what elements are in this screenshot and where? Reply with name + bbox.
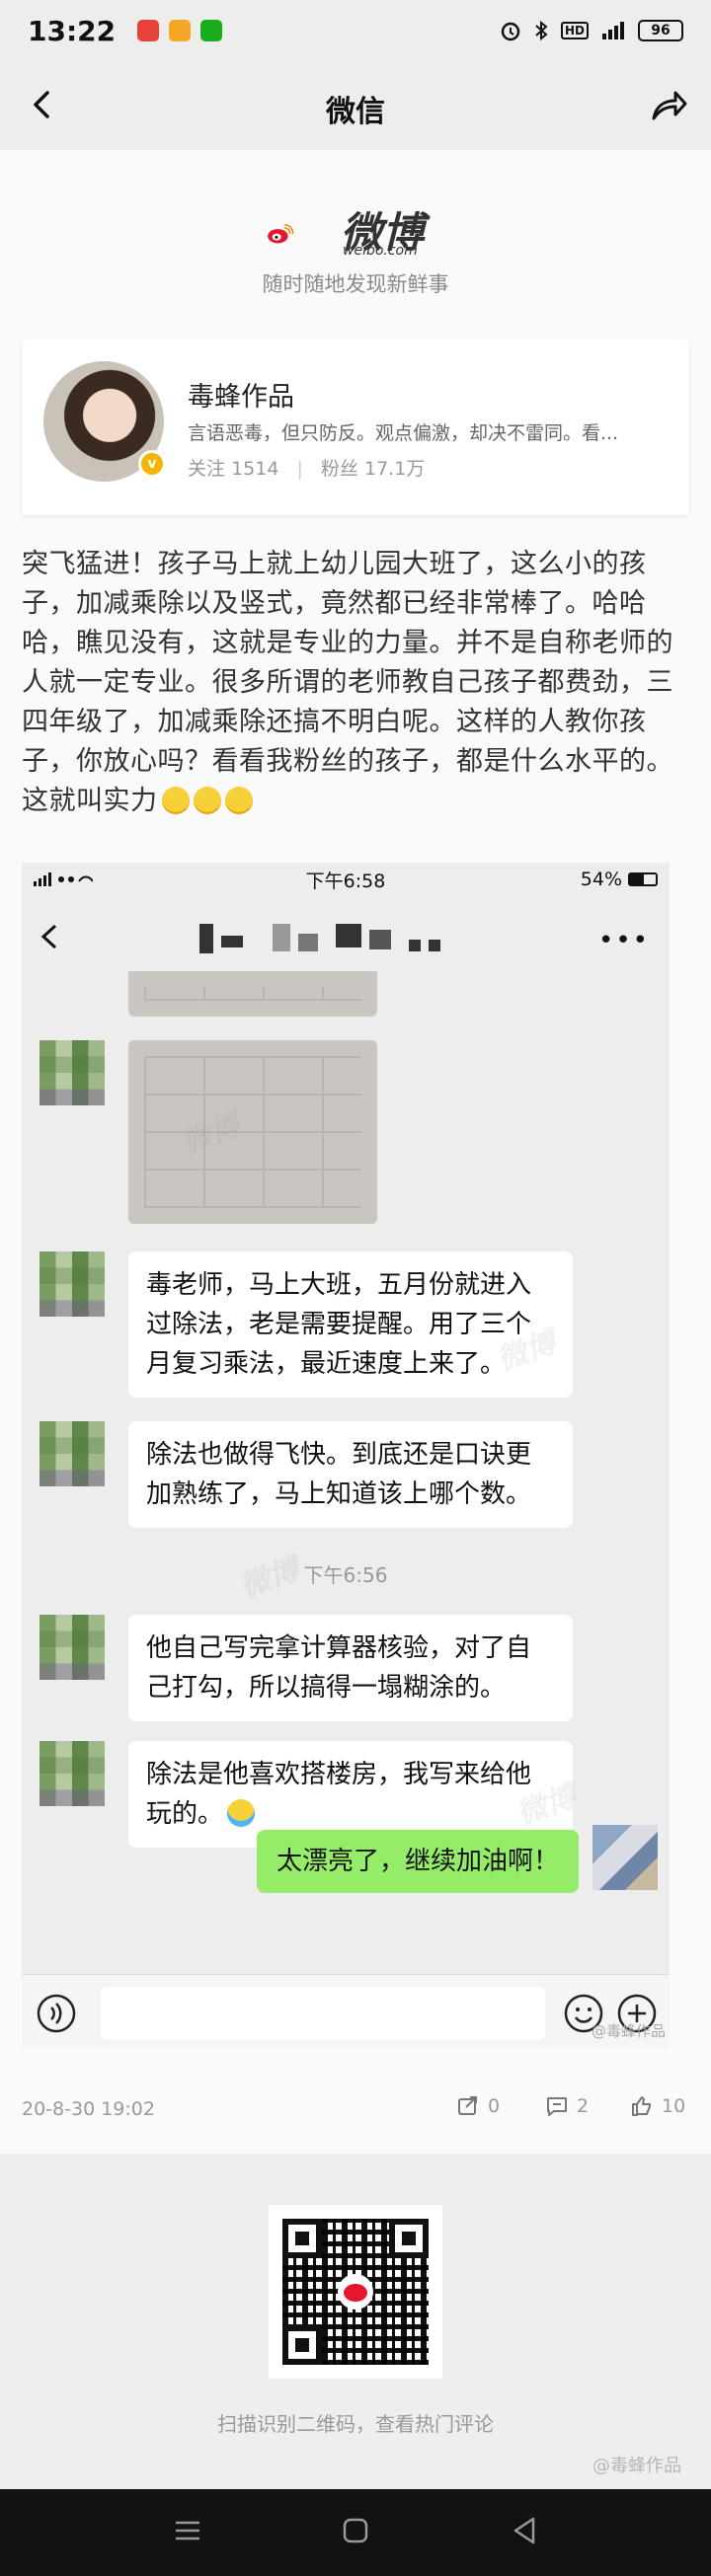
laughing-emoji-icon (227, 1799, 256, 1827)
image-sender-avatar (40, 1615, 105, 1680)
image-chat-bubble-text: 除法是他喜欢搭楼房，我写来给他玩的。 (146, 1760, 532, 1829)
follow-label: 关注 (188, 458, 226, 480)
image-chat-title-redacted (199, 924, 496, 953)
alarm-icon (501, 22, 520, 41)
page-title: 微信 (326, 95, 385, 129)
post-meta: 20-8-30 19:02 0 2 10 (22, 2090, 689, 2130)
image-chat-bubble: 他自己写完拿计算器核验，对了自己打勾，所以搞得一塌糊涂的。 (128, 1615, 573, 1721)
image-sender-avatar (40, 1421, 105, 1486)
image-my-avatar (592, 1825, 658, 1890)
qr-pattern (282, 2219, 429, 2365)
image-corner-watermark: @毒蜂作品 (591, 2022, 666, 2040)
nav-bar: 微信 (0, 61, 711, 150)
image-voice-icon (37, 1994, 76, 2033)
battery-icon: 96 (638, 20, 683, 41)
comment-button[interactable]: 2 (545, 2094, 589, 2118)
status-time: 13:22 (28, 14, 117, 47)
comment-count: 2 (577, 2095, 590, 2117)
image-status-bar: 下午6:58 54% (22, 863, 670, 896)
hd-icon: HD (560, 22, 589, 39)
weibo-share-card: 微博 weibo.com 随时随地发现新鲜事 v 毒蜂作品 言语恶毒，但只防反。… (0, 150, 711, 2154)
qr-finder (389, 2219, 429, 2258)
image-back-icon (40, 924, 57, 949)
system-indicators: HD 96 (500, 20, 683, 41)
menu-icon[interactable] (168, 2511, 207, 2550)
post-body: 突飞猛进！孩子马上就上幼儿园大班了，这么小的孩子，加减乘除以及竖式，竟然都已经非… (22, 549, 673, 816)
qr-code[interactable] (269, 2205, 442, 2379)
image-message-field (101, 1987, 545, 2040)
image-sender-avatar (40, 1741, 105, 1806)
repost-count: 0 (488, 2095, 501, 2117)
author-stats: 关注 1514 | 粉丝 17.1万 (188, 454, 425, 481)
weibo-slogan: 随时随地发现新鲜事 (262, 272, 449, 296)
post-text: 突飞猛进！孩子马上就上幼儿园大班了，这么小的孩子，加减乘除以及竖式，竟然都已经非… (22, 545, 689, 821)
image-more-icon: ••• (597, 926, 650, 955)
bluetooth-icon (535, 20, 548, 41)
smile-emoji-icon (161, 787, 190, 814)
footer-watermark: @毒蜂作品 (592, 2456, 681, 2476)
image-photo-message (128, 1040, 377, 1224)
image-status-time: 下午6:58 (305, 870, 386, 892)
author-bio: 言语恶毒，但只防反。观点偏激，却决不雷同。看... (188, 422, 619, 444)
qr-caption: 扫描识别二维码，查看热门评论 (217, 2412, 494, 2436)
image-watermark: 微博 (236, 1552, 304, 1605)
mail-app-icon (169, 20, 192, 41)
image-sender-avatar (40, 1040, 105, 1105)
signal-icon (602, 22, 624, 39)
qr-section: 扫描识别二维码，查看热门评论 @毒蜂作品 (0, 2154, 711, 2489)
post-date: 20-8-30 19:02 (22, 2098, 155, 2120)
status-bar: 13:22 HD 96 (0, 0, 711, 61)
like-icon (632, 2096, 651, 2116)
back-nav-icon[interactable] (506, 2511, 545, 2550)
share-icon[interactable] (646, 83, 689, 126)
home-icon[interactable] (336, 2511, 375, 2550)
repost-icon (458, 2096, 477, 2115)
image-sender-avatar (40, 1251, 105, 1317)
author-card[interactable]: v 毒蜂作品 言语恶毒，但只防反。观点偏激，却决不雷同。看... 关注 1514… (22, 340, 689, 515)
smile-emoji-icon (193, 787, 221, 814)
repost-button[interactable]: 0 (456, 2094, 500, 2118)
stats-divider: | (296, 458, 303, 480)
image-chat-timestamp: 下午6:56 (303, 1563, 388, 1587)
notification-icons (137, 20, 223, 41)
image-chat-header: ••• (22, 902, 670, 971)
fans-count: 17.1万 (363, 458, 426, 480)
image-photo-message (128, 971, 377, 1017)
qr-finder (282, 2325, 322, 2365)
like-button[interactable]: 10 (630, 2094, 685, 2118)
image-my-chat-bubble: 太漂亮了，继续加油啊！ (256, 1830, 579, 1893)
verified-badge-icon: v (138, 450, 166, 478)
follow-count: 1514 (231, 458, 279, 480)
comment-icon (547, 2097, 567, 2116)
weibo-qr-logo-icon (338, 2274, 373, 2310)
fans-label: 粉丝 (320, 458, 358, 480)
qr-finder (282, 2219, 322, 2258)
image-chat-bubble: 除法也做得飞快。到底还是口诀更加熟练了，马上知道该上哪个数。 (128, 1421, 573, 1528)
video-app-icon (137, 20, 160, 41)
author-name[interactable]: 毒蜂作品 (188, 375, 294, 414)
system-navigation-bar (0, 2489, 711, 2576)
chat-app-icon (200, 20, 223, 41)
smile-emoji-icon (224, 787, 253, 814)
image-input-bar: @毒蜂作品 (22, 1974, 670, 2047)
post-image[interactable]: 下午6:58 54% ••• 毒老师，马上大班，五月份就进入过除法，老是需要提醒… (22, 863, 670, 2047)
weibo-logo-url: weibo.com (343, 243, 418, 259)
weibo-logo-icon (268, 224, 294, 244)
like-count: 10 (662, 2095, 686, 2117)
